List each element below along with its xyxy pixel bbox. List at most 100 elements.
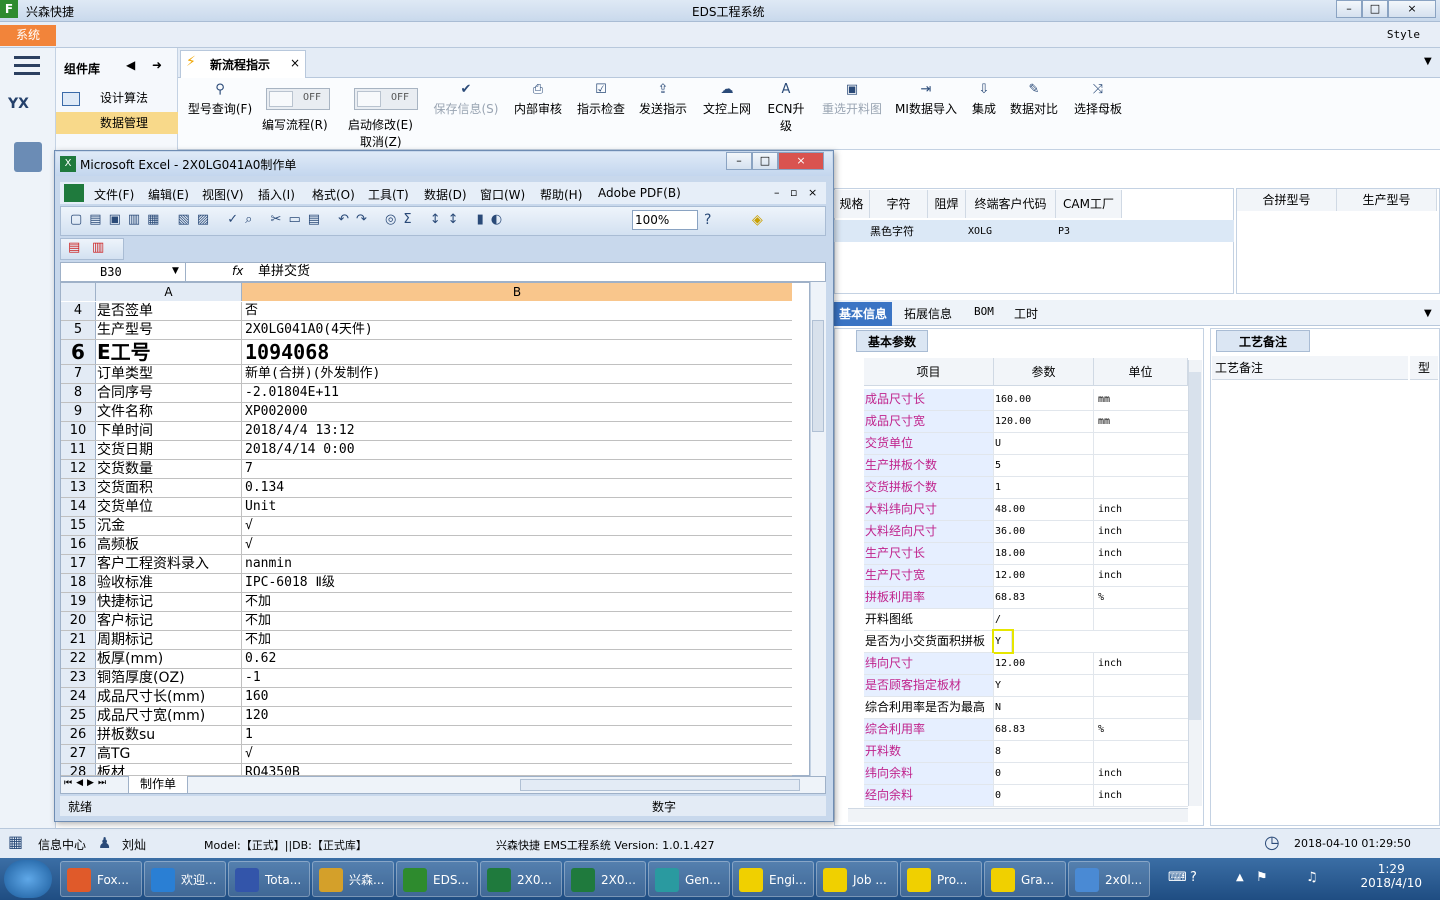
select-mother-button[interactable]: ⤨ 选择母板 bbox=[1072, 82, 1124, 117]
row-number[interactable]: 7 bbox=[61, 365, 96, 383]
cell-b[interactable]: √ bbox=[243, 517, 791, 535]
param-value[interactable]: 8 bbox=[994, 741, 1094, 762]
taskbar-item[interactable]: 2X0... bbox=[564, 861, 646, 897]
param-row[interactable]: 纬向尺寸 12.00 inch bbox=[864, 653, 1188, 675]
system-menu-tab[interactable]: 系统 bbox=[0, 25, 56, 46]
remark-tab[interactable]: 工艺备注 bbox=[1216, 330, 1310, 352]
table-row[interactable]: 14 交货单位 Unit bbox=[61, 498, 792, 517]
excel-menu-window[interactable]: 窗口(W) bbox=[480, 186, 525, 203]
cell-a[interactable]: 快捷标记 bbox=[96, 593, 242, 611]
row-number[interactable]: 14 bbox=[61, 498, 96, 516]
excel-menu-tools[interactable]: 工具(T) bbox=[368, 186, 409, 203]
cell-a[interactable]: 板厚(mm) bbox=[96, 650, 242, 668]
param-value[interactable]: 5 bbox=[994, 455, 1094, 476]
cancel-label[interactable]: 取消(Z) bbox=[360, 133, 402, 150]
taskbar-item[interactable]: Pro... bbox=[900, 861, 982, 897]
doc-minimize-icon[interactable]: – bbox=[774, 186, 780, 199]
table-row[interactable]: 16 高频板 √ bbox=[61, 536, 792, 555]
namebox-dropdown-icon[interactable]: ▼ bbox=[172, 266, 179, 276]
taskbar-item[interactable]: 2x0l... bbox=[1068, 861, 1150, 897]
table-row[interactable]: 6 E工号 1094068 bbox=[61, 340, 792, 365]
cell-b[interactable]: 0.62 bbox=[243, 650, 791, 668]
taskbar-item[interactable]: 2X0... bbox=[480, 861, 562, 897]
param-value[interactable]: 12.00 bbox=[994, 565, 1094, 586]
tab-basic-info[interactable]: 基本信息 bbox=[834, 302, 892, 326]
cell-a[interactable]: 是否签单 bbox=[96, 302, 242, 320]
param-row[interactable]: 拼板利用率 68.83% bbox=[864, 587, 1188, 609]
param-value[interactable]: 160.00 bbox=[994, 389, 1094, 410]
cell-a[interactable]: 成品尺寸宽(mm) bbox=[96, 707, 242, 725]
chevron-down-icon[interactable]: ▼ bbox=[1424, 56, 1432, 67]
table-row[interactable]: 28 板材 RO4350B bbox=[61, 764, 792, 776]
row-number[interactable]: 23 bbox=[61, 669, 96, 687]
cell-a[interactable]: 成品尺寸长(mm) bbox=[96, 688, 242, 706]
doc-restore-icon[interactable]: ▫ bbox=[790, 186, 797, 199]
fill-color-icon[interactable]: ◈ bbox=[752, 212, 763, 228]
component-item-data[interactable]: 数据管理 bbox=[56, 112, 178, 134]
cell-b[interactable]: 0.134 bbox=[243, 479, 791, 497]
check-button[interactable]: ☑ 指示检查 bbox=[574, 82, 628, 117]
cell-a[interactable]: 客户标记 bbox=[96, 612, 242, 630]
table-row[interactable]: 9 文件名称 XP002000 bbox=[61, 403, 792, 422]
taskbar-item[interactable]: Gra... bbox=[984, 861, 1066, 897]
worksheet-hscrollbar[interactable] bbox=[520, 779, 800, 791]
row-number[interactable]: 15 bbox=[61, 517, 96, 535]
help-icon[interactable]: ? bbox=[1190, 870, 1197, 885]
cell-b[interactable]: -1 bbox=[243, 669, 791, 687]
cell-b[interactable]: IPC-6018 Ⅱ级 bbox=[243, 574, 791, 592]
keyboard-icon[interactable]: ⌨ bbox=[1168, 870, 1187, 885]
param-row[interactable]: 综合利用率是否为最高 N bbox=[864, 697, 1188, 719]
internal-review-button[interactable]: ⎙ 内部审核 bbox=[512, 82, 564, 117]
taskbar-item[interactable]: Engi... bbox=[732, 861, 814, 897]
mi-import-button[interactable]: ⇥ MI数据导入 bbox=[894, 82, 958, 117]
param-value[interactable]: 68.83 bbox=[994, 719, 1094, 740]
row-number[interactable]: 22 bbox=[61, 650, 96, 668]
row-number[interactable]: 19 bbox=[61, 593, 96, 611]
integrate-button[interactable]: ⇩ 集成 bbox=[968, 82, 1000, 117]
table-row[interactable]: 13 交货面积 0.134 bbox=[61, 479, 792, 498]
table-row[interactable]: 22 板厚(mm) 0.62 bbox=[61, 650, 792, 669]
row-number[interactable]: 28 bbox=[61, 764, 96, 775]
row-number[interactable]: 12 bbox=[61, 460, 96, 478]
cell-a[interactable]: 沉金 bbox=[96, 517, 242, 535]
table-row[interactable]: 27 高TG √ bbox=[61, 745, 792, 764]
param-value[interactable]: 68.83 bbox=[994, 587, 1094, 608]
param-row[interactable]: 生产尺寸长 18.00 inch bbox=[864, 543, 1188, 565]
cell-a[interactable]: 客户工程资料录入 bbox=[96, 555, 242, 573]
param-row[interactable]: 综合利用率 68.83% bbox=[864, 719, 1188, 741]
grid-header-merge-model[interactable]: 合拼型号 bbox=[1237, 189, 1337, 211]
chevron-down-icon[interactable]: ▼ bbox=[1424, 308, 1432, 319]
remark-header-type[interactable]: 型 bbox=[1410, 356, 1438, 380]
cell-a[interactable]: 交货单位 bbox=[96, 498, 242, 516]
table-row[interactable]: 8 合同序号 -2.01804E+11 bbox=[61, 384, 792, 403]
param-value[interactable]: 1 bbox=[994, 477, 1094, 498]
scroll-thumb[interactable] bbox=[812, 320, 824, 432]
save-info-button[interactable]: ✔ 保存信息(S) bbox=[430, 82, 502, 117]
fx-icon[interactable]: fx bbox=[232, 264, 243, 278]
cell-b[interactable]: 不加 bbox=[243, 593, 791, 611]
table-row[interactable]: 11 交货日期 2018/4/14 0:00 bbox=[61, 441, 792, 460]
taskbar-item[interactable]: EDS... bbox=[396, 861, 478, 897]
cell-b[interactable]: 160 bbox=[243, 688, 791, 706]
param-value[interactable]: 48.00 bbox=[994, 499, 1094, 520]
tab-bom[interactable]: BOM bbox=[974, 305, 994, 318]
cell-b[interactable]: 2018/4/14 0:00 bbox=[243, 441, 791, 459]
doc-upload-button[interactable]: ☁ 文控上网 bbox=[700, 82, 754, 117]
help-icon[interactable]: ? bbox=[704, 212, 711, 228]
param-value[interactable]: 12.00 bbox=[994, 653, 1094, 674]
row-number[interactable]: 18 bbox=[61, 574, 96, 592]
param-row[interactable]: 经向余料 0 inch bbox=[864, 785, 1188, 807]
excel-minimize-button[interactable]: – bbox=[726, 152, 752, 170]
cell-a[interactable]: 生产型号 bbox=[96, 321, 242, 339]
style-menu[interactable]: Style bbox=[1387, 28, 1420, 41]
cell-b[interactable]: √ bbox=[243, 536, 791, 554]
row-number[interactable]: 27 bbox=[61, 745, 96, 763]
pdf-mail-icon[interactable]: ▥ bbox=[92, 240, 104, 255]
calculator-icon[interactable] bbox=[14, 142, 42, 172]
column-header-a[interactable]: A bbox=[96, 283, 242, 301]
param-row[interactable]: 大料纬向尺寸 48.00 inch bbox=[864, 499, 1188, 521]
table-row[interactable]: 24 成品尺寸长(mm) 160 bbox=[61, 688, 792, 707]
minimize-button[interactable]: – bbox=[1336, 0, 1362, 18]
param-row[interactable]: 成品尺寸宽 120.00 mm bbox=[864, 411, 1188, 433]
maximize-button[interactable]: □ bbox=[1362, 0, 1388, 18]
